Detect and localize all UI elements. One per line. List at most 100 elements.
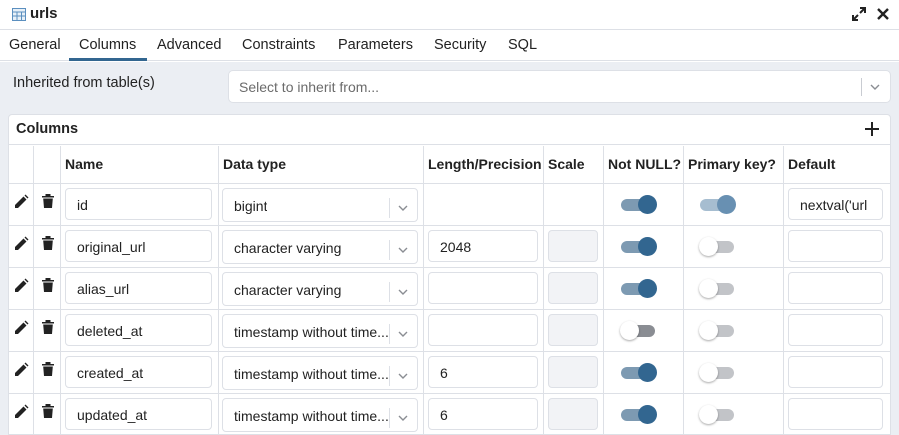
tab-bar: General Columns Advanced Constraints Par… <box>0 31 899 61</box>
trash-icon[interactable] <box>40 277 56 293</box>
length-input[interactable]: 6 <box>428 398 538 430</box>
toggle-knob <box>717 195 736 214</box>
length-input[interactable]: 6 <box>428 356 538 388</box>
column-name-input[interactable]: alias_url <box>65 272 212 304</box>
trash-icon[interactable] <box>40 319 56 335</box>
chevron-down-icon[interactable] <box>870 82 880 92</box>
column-name-input[interactable]: created_at <box>65 356 212 388</box>
columns-panel: Columns Name Data type Length/Precision Sca… <box>8 114 891 435</box>
select-separator <box>389 198 390 218</box>
tab-security[interactable]: Security <box>434 37 486 53</box>
data-type-value: character varying <box>234 282 342 298</box>
chevron-down-icon[interactable] <box>398 287 408 297</box>
primary-key-toggle[interactable] <box>699 276 736 298</box>
trash-icon[interactable] <box>40 193 56 209</box>
not-null-toggle[interactable] <box>620 318 657 340</box>
chevron-down-icon[interactable] <box>398 413 408 423</box>
tab-parameters[interactable]: Parameters <box>338 37 413 53</box>
column-name-input[interactable]: original_url <box>65 230 212 262</box>
column-name-input[interactable]: updated_at <box>65 398 212 430</box>
data-type-value: timestamp without time... <box>234 324 389 340</box>
tab-general[interactable]: General <box>9 37 61 53</box>
scale-input <box>548 356 598 388</box>
default-input[interactable]: nextval('url <box>788 188 883 220</box>
pencil-icon[interactable] <box>13 236 29 252</box>
tab-columns[interactable]: Columns <box>79 37 136 53</box>
not-null-toggle[interactable] <box>621 234 657 256</box>
table-cell <box>424 184 544 226</box>
not-null-toggle[interactable] <box>621 402 657 424</box>
toggle-knob <box>638 363 657 382</box>
inherit-placeholder: Select to inherit from... <box>239 79 380 95</box>
toggle-knob <box>699 321 718 340</box>
select-separator <box>389 324 390 344</box>
plus-icon[interactable] <box>864 121 880 137</box>
not-null-toggle[interactable] <box>621 360 657 382</box>
default-input[interactable] <box>788 398 883 430</box>
column-header: Name <box>61 146 219 184</box>
toggle-knob <box>638 279 657 298</box>
toggle-knob <box>620 321 639 340</box>
data-type-value: bigint <box>234 198 268 214</box>
data-type-value: timestamp without time... <box>234 408 389 424</box>
toggle-knob <box>699 363 718 382</box>
default-input[interactable] <box>788 272 883 304</box>
data-type-select[interactable]: character varying <box>222 230 418 264</box>
column-header: Scale <box>544 146 604 184</box>
data-type-select[interactable]: character varying <box>222 272 418 306</box>
data-type-select[interactable]: timestamp without time... <box>222 398 418 432</box>
tab-advanced[interactable]: Advanced <box>157 37 222 53</box>
not-null-toggle[interactable] <box>621 276 657 298</box>
pencil-icon[interactable] <box>13 278 29 294</box>
length-input[interactable] <box>428 272 538 304</box>
data-type-select[interactable]: timestamp without time... <box>222 314 418 348</box>
pencil-icon[interactable] <box>13 320 29 336</box>
select-separator <box>389 240 390 260</box>
scale-input <box>548 230 598 262</box>
toggle-knob <box>638 405 657 424</box>
pencil-icon[interactable] <box>13 404 29 420</box>
dialog-title: urls <box>30 5 58 22</box>
not-null-toggle[interactable] <box>621 192 657 214</box>
toggle-knob <box>638 195 657 214</box>
trash-icon[interactable] <box>40 235 56 251</box>
length-input[interactable]: 2048 <box>428 230 538 262</box>
select-separator <box>861 78 862 96</box>
chevron-down-icon[interactable] <box>398 245 408 255</box>
chevron-down-icon[interactable] <box>398 329 408 339</box>
toggle-knob <box>699 279 718 298</box>
select-separator <box>389 366 390 386</box>
pencil-icon[interactable] <box>13 362 29 378</box>
chevron-down-icon[interactable] <box>398 203 408 213</box>
column-name-input[interactable]: deleted_at <box>65 314 212 346</box>
active-tab-indicator <box>69 58 147 61</box>
scale-input <box>548 272 598 304</box>
close-icon[interactable] <box>876 6 890 22</box>
primary-key-toggle[interactable] <box>699 360 736 382</box>
tab-constraints[interactable]: Constraints <box>242 37 315 53</box>
column-name-input[interactable]: id <box>65 188 212 220</box>
data-type-select[interactable]: timestamp without time... <box>222 356 418 390</box>
length-input[interactable] <box>428 314 538 346</box>
primary-key-toggle[interactable] <box>699 234 736 256</box>
default-input[interactable] <box>788 230 883 262</box>
pencil-icon[interactable] <box>13 194 29 210</box>
default-input[interactable] <box>788 314 883 346</box>
column-header: Not NULL? <box>604 146 684 184</box>
dialog-titlebar: urls <box>0 0 899 30</box>
primary-key-toggle[interactable] <box>699 402 736 424</box>
expand-icon[interactable] <box>851 6 867 22</box>
columns-panel-header: Columns <box>9 115 890 145</box>
inherit-select[interactable]: Select to inherit from... <box>228 70 891 103</box>
data-type-select[interactable]: bigint <box>222 188 418 222</box>
tab-sql[interactable]: SQL <box>508 37 537 53</box>
header-spacer <box>9 146 34 184</box>
select-separator <box>389 408 390 428</box>
trash-icon[interactable] <box>40 361 56 377</box>
default-input[interactable] <box>788 356 883 388</box>
trash-icon[interactable] <box>40 403 56 419</box>
primary-key-toggle[interactable] <box>700 192 736 214</box>
header-spacer <box>34 146 61 184</box>
primary-key-toggle[interactable] <box>699 318 736 340</box>
chevron-down-icon[interactable] <box>398 371 408 381</box>
